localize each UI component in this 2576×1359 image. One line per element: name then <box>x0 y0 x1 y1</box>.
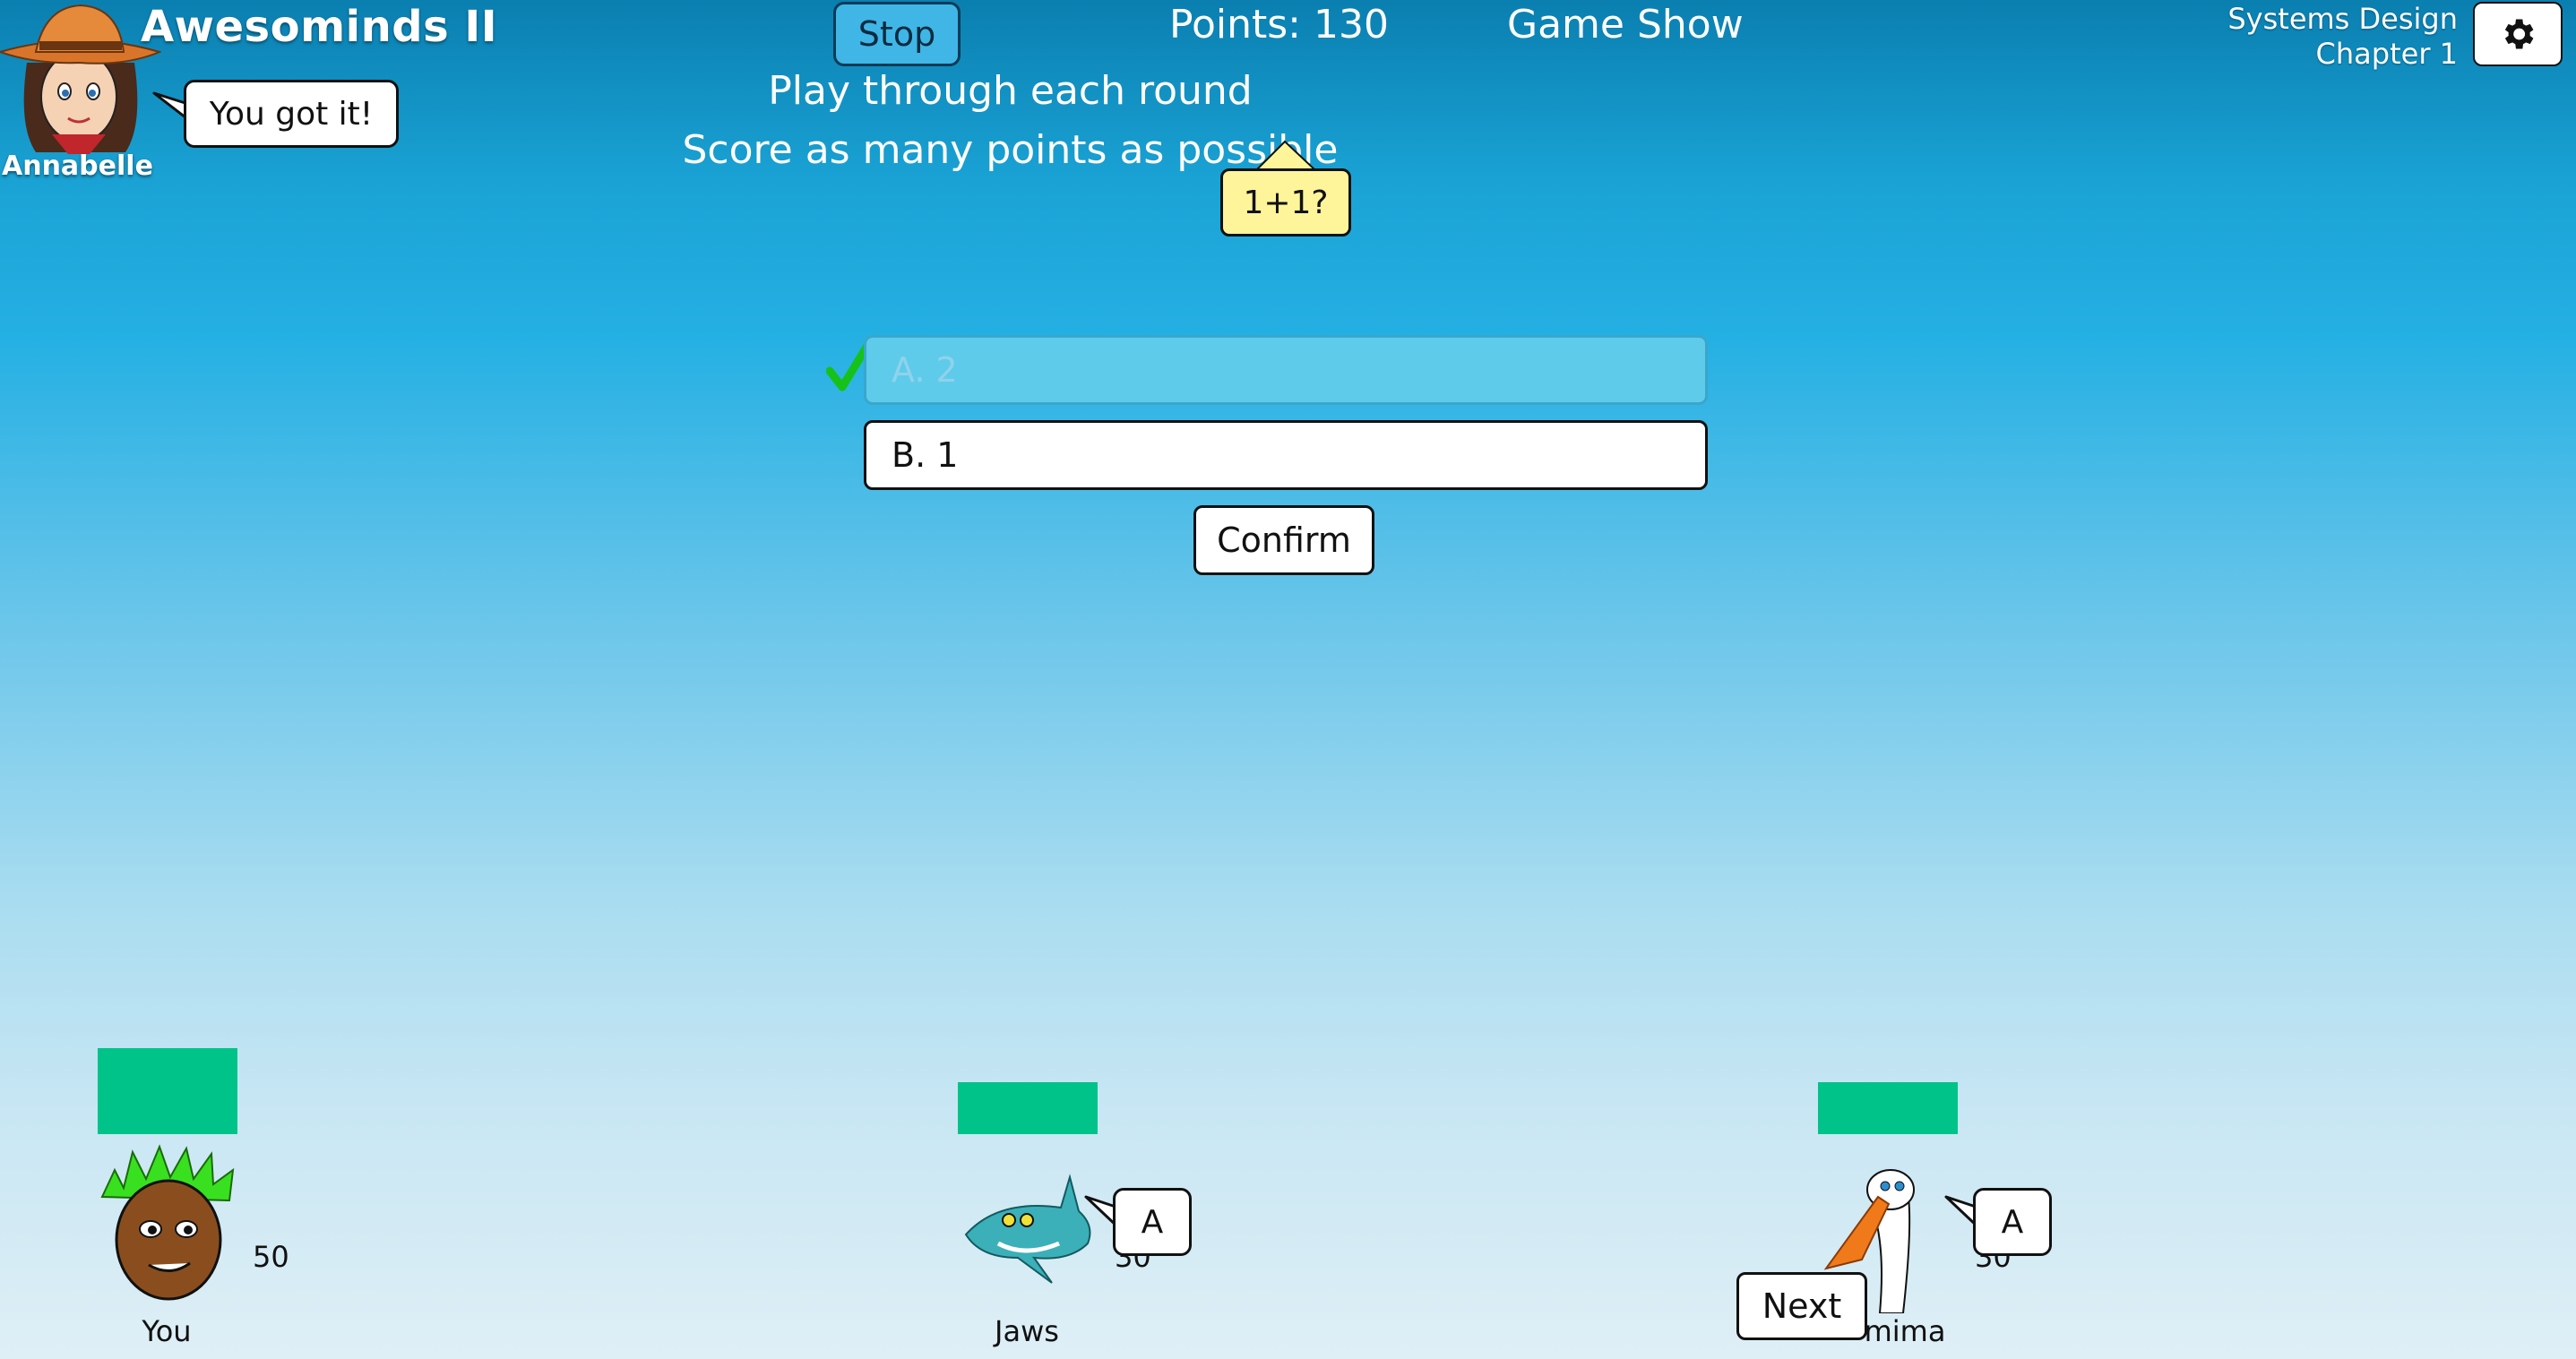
player-score-you: 50 <box>253 1240 289 1274</box>
score-bar-mima <box>1818 1082 1958 1134</box>
score-bar-you <box>98 1048 237 1134</box>
settings-button[interactable] <box>2473 2 2563 66</box>
course-name: Systems Design <box>2227 2 2458 36</box>
player-name-jaws: Jaws <box>995 1314 1059 1348</box>
player-answer-bubble-jaws: A <box>1113 1188 1192 1256</box>
player-avatar-jaws <box>964 1174 1091 1284</box>
player-answer-bubble-mima: A <box>1973 1188 2052 1256</box>
next-button[interactable]: Next <box>1736 1272 1867 1340</box>
instruction-line-1: Play through each round <box>768 68 1253 114</box>
score-bar-jaws <box>958 1082 1098 1134</box>
app-title: Awesominds II <box>141 2 498 52</box>
answer-option-b[interactable]: B. 1 <box>864 420 1708 490</box>
points-display: Points: 130 <box>1169 2 1389 47</box>
course-chapter-label: Systems Design Chapter 1 <box>2227 2 2458 72</box>
question-tail-icon <box>1254 140 1318 171</box>
stop-button[interactable]: Stop <box>833 2 961 66</box>
gear-icon <box>2504 19 2534 49</box>
player-name-you: You <box>142 1314 192 1348</box>
chapter-name: Chapter 1 <box>2315 37 2458 71</box>
game-mode-label: Game Show <box>1507 2 1744 47</box>
player-avatar-you <box>100 1144 235 1301</box>
question-card: 1+1? <box>1220 168 1351 237</box>
instruction-line-2: Score as many points as possible <box>682 127 1339 173</box>
answer-option-a[interactable]: A. 2 <box>864 335 1708 405</box>
confirm-button[interactable]: Confirm <box>1193 505 1374 575</box>
